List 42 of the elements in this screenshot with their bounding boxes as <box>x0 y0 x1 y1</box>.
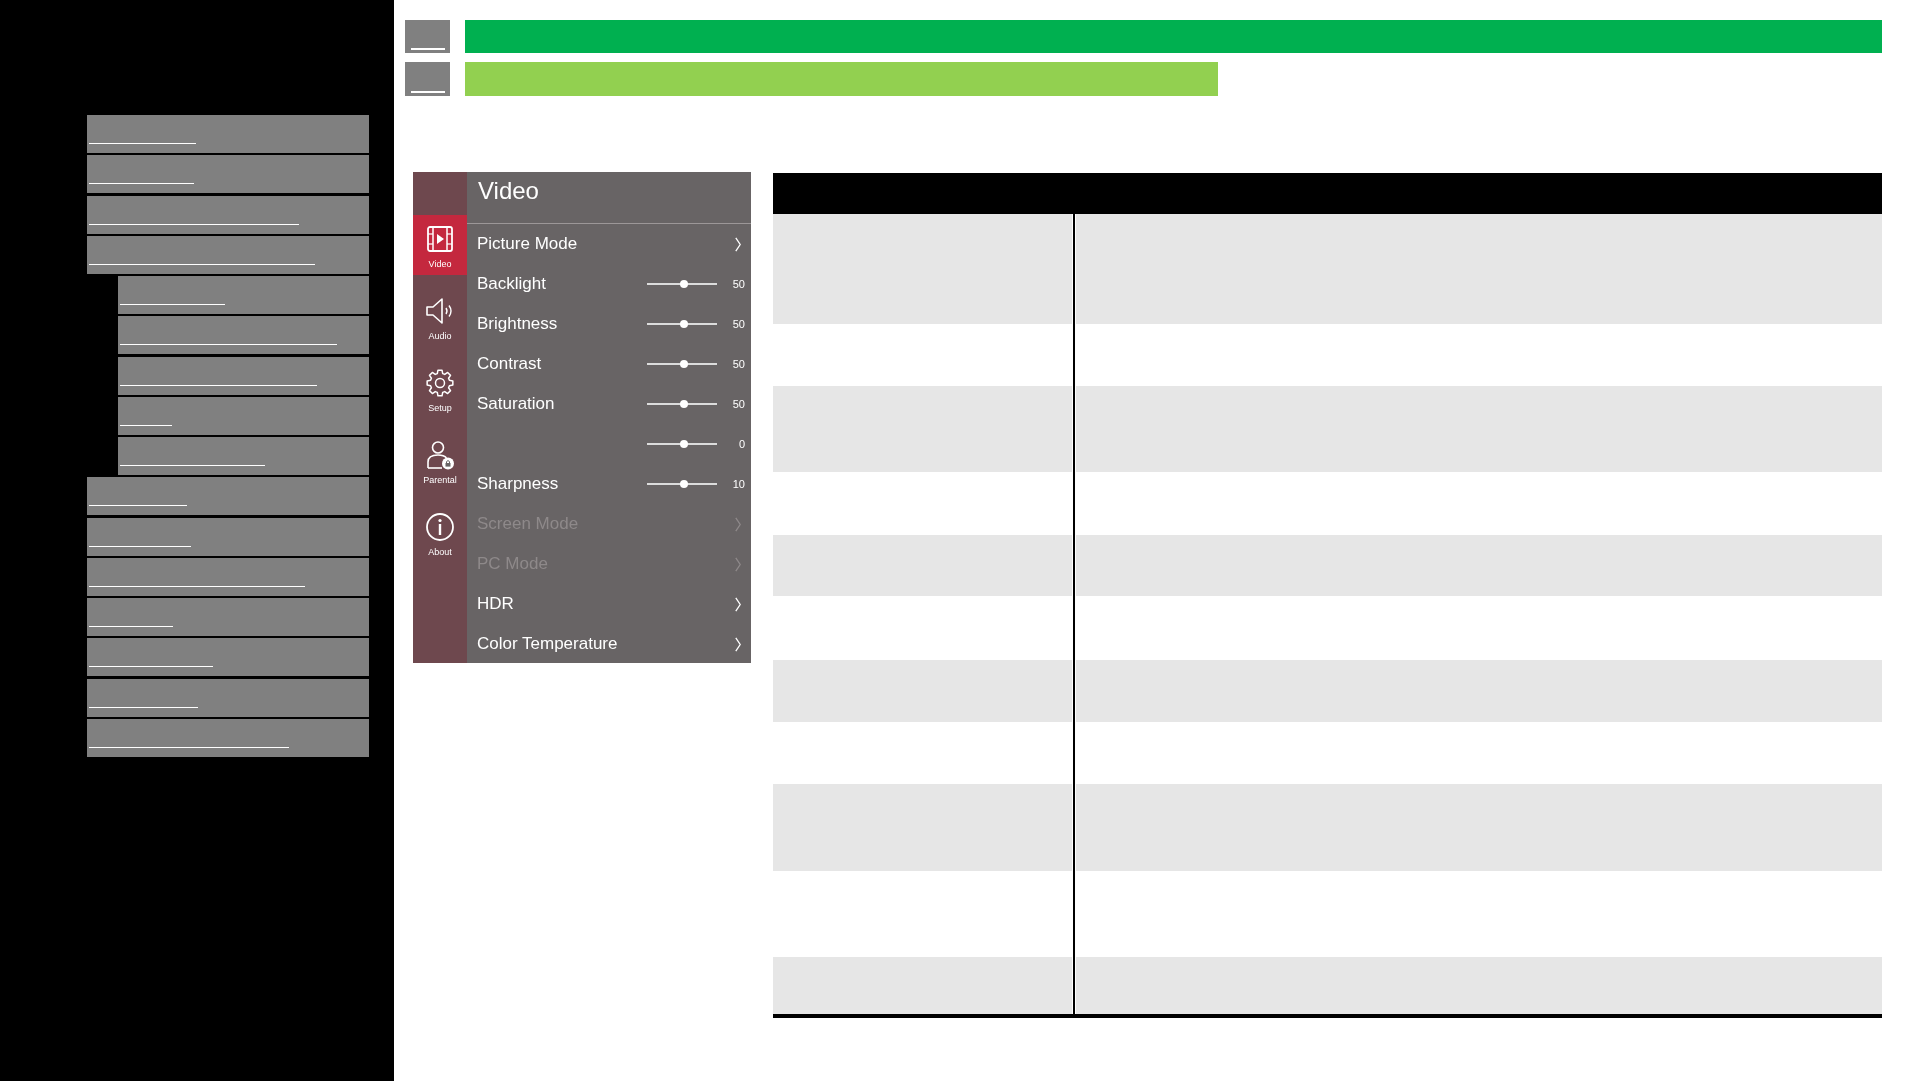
slider-thumb[interactable] <box>680 280 689 288</box>
menu-item[interactable]: Sharpness 10 <box>467 464 751 504</box>
menu-item[interactable]: Backlight 50 <box>467 264 751 304</box>
sidebar-link[interactable] <box>118 356 369 395</box>
menu-item[interactable]: Color Temperature <box>467 624 751 664</box>
slider-value: 50 <box>731 316 746 332</box>
filmstrip-play-icon <box>425 224 455 254</box>
chevron-right-icon <box>735 636 741 652</box>
sidebar-link[interactable] <box>118 316 369 355</box>
chevron-right-icon <box>735 596 741 612</box>
person-lock-icon <box>425 440 455 470</box>
menu-item[interactable]: Brightness 50 <box>467 304 751 344</box>
chevron-right-icon <box>735 236 741 252</box>
chevron-right-icon <box>735 556 741 572</box>
slider-value: 50 <box>731 276 746 292</box>
menu-item[interactable]: Saturation 50 <box>467 384 751 424</box>
slider-thumb[interactable] <box>680 360 689 368</box>
slider-value: 10 <box>731 476 746 492</box>
chevron-right-icon <box>735 516 741 532</box>
speaker-icon <box>425 296 455 326</box>
menu-tab[interactable]: Setup <box>413 359 467 419</box>
gear-icon <box>425 368 455 398</box>
menu-title: Video <box>478 177 539 204</box>
page-link[interactable] <box>405 20 450 53</box>
slider-thumb[interactable] <box>680 320 689 328</box>
slider-thumb[interactable] <box>680 440 689 448</box>
menu-item[interactable]: Picture Mode <box>467 224 751 264</box>
menu-tab[interactable]: About <box>413 503 467 563</box>
slider-thumb[interactable] <box>680 480 689 488</box>
menu-item[interactable]: HDR <box>467 584 751 624</box>
slider-thumb[interactable] <box>680 400 689 408</box>
menu-item[interactable]: Contrast 50 <box>467 344 751 384</box>
sidebar-link[interactable] <box>87 235 369 274</box>
menu-tab[interactable]: Parental <box>413 431 467 491</box>
page-link[interactable] <box>405 62 450 96</box>
slider-value: 0 <box>737 436 746 452</box>
slider-value: 50 <box>731 356 746 372</box>
menu-tab[interactable]: Video <box>413 215 467 275</box>
slider-value: 50 <box>731 396 746 412</box>
menu-item[interactable]: 0 <box>467 424 751 464</box>
info-icon <box>425 512 455 542</box>
menu-tab[interactable]: Audio <box>413 287 467 347</box>
